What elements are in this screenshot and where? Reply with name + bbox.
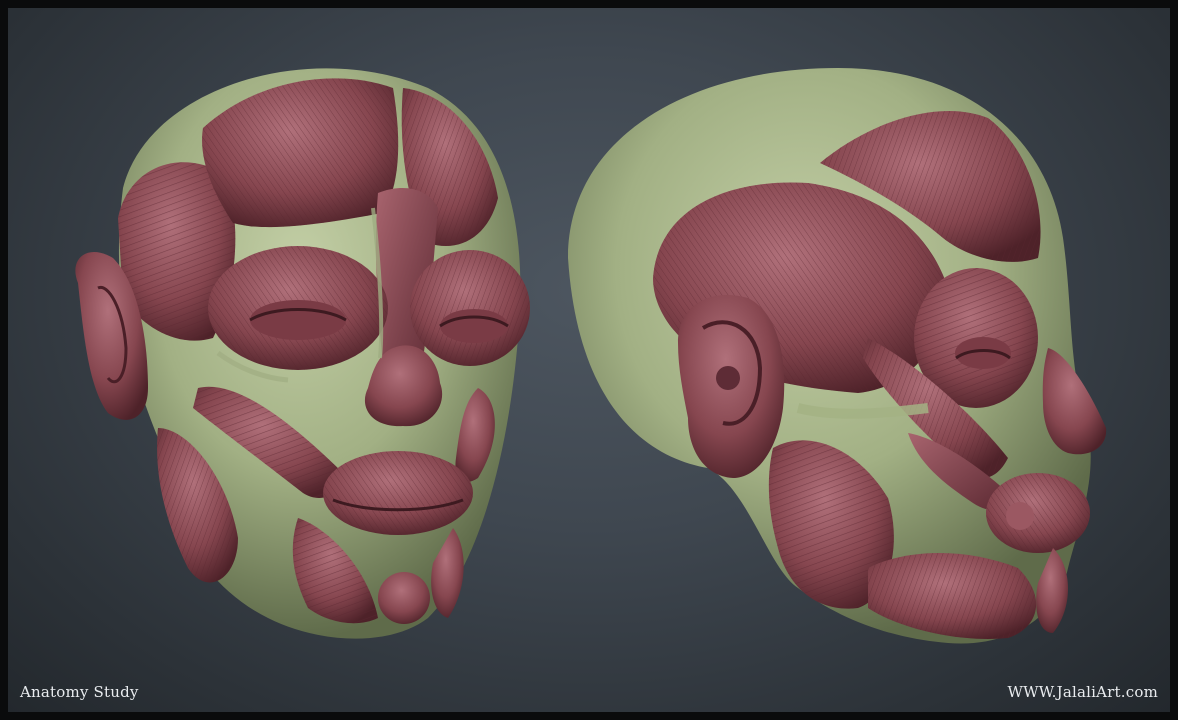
caption-website: WWW.JalaliArt.com	[1007, 683, 1158, 701]
right-head	[568, 68, 1107, 644]
render-canvas: Anatomy Study WWW.JalaliArt.com	[8, 8, 1170, 712]
left-head	[75, 68, 530, 639]
caption-title: Anatomy Study	[20, 683, 139, 701]
image-frame: Anatomy Study WWW.JalaliArt.com	[0, 0, 1178, 720]
anatomy-render	[75, 68, 1107, 644]
